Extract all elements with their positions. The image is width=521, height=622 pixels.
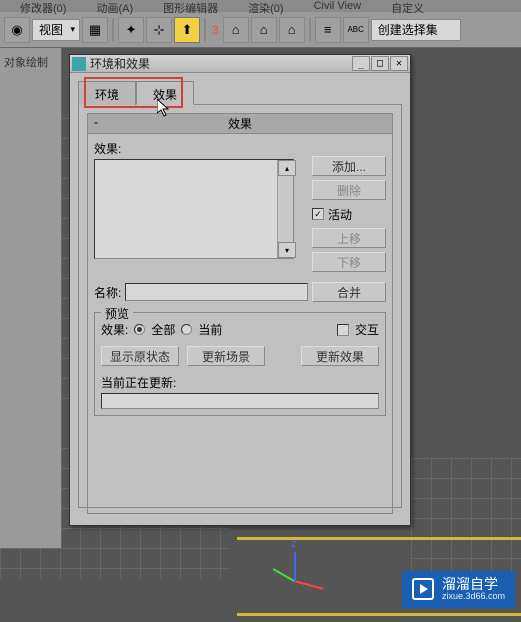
close-button[interactable]: ✕	[390, 56, 408, 71]
toolbar-btn[interactable]: ⊹	[146, 17, 172, 43]
watermark-url: zixue.3d66.com	[442, 592, 505, 602]
move-down-button[interactable]: 下移	[312, 252, 386, 272]
sphere-tool-icon[interactable]: ◉	[4, 17, 30, 43]
name-input[interactable]	[125, 283, 308, 301]
radio-all-label: 全部	[151, 321, 175, 338]
left-panel: 对象绘制	[0, 48, 62, 548]
tab-bar: 环境 效果	[78, 81, 402, 105]
add-button[interactable]: 添加...	[312, 156, 386, 176]
updating-status	[101, 393, 379, 409]
toolbar-btn[interactable]: ▦	[82, 17, 108, 43]
preview-group: 预览 效果: 全部 当前 交互 显示原状态	[94, 312, 386, 416]
play-icon	[412, 578, 434, 600]
toolbar-btn[interactable]: ⌂	[279, 17, 305, 43]
update-scene-button[interactable]: 更新场景	[187, 346, 265, 366]
menu-item[interactable]: 渲染(0)	[248, 0, 283, 12]
move-up-button[interactable]: 上移	[312, 228, 386, 248]
active-label: 活动	[328, 206, 352, 223]
environment-effects-dialog: 环境和效果 _ □ ✕ 环境 效果 效果 效果:	[69, 54, 411, 526]
watermark-title: 溜溜自学	[442, 577, 505, 592]
left-panel-label: 对象绘制	[2, 50, 59, 74]
menu-item[interactable]: Civil View	[314, 0, 361, 12]
update-effect-button[interactable]: 更新效果	[301, 346, 379, 366]
show-original-button[interactable]: 显示原状态	[101, 346, 179, 366]
toolbar-btn-active[interactable]: ⬆	[174, 17, 200, 43]
radio-current-label: 当前	[198, 321, 222, 338]
merge-button[interactable]: 合并	[312, 282, 386, 302]
toolbar-btn[interactable]: ⌂	[251, 17, 277, 43]
axis-gizmo[interactable]	[274, 534, 334, 594]
effects-list-label: 效果:	[94, 140, 304, 157]
toolbar-btn[interactable]: ≡	[315, 17, 341, 43]
delete-button[interactable]: 删除	[312, 180, 386, 200]
radio-all[interactable]	[134, 324, 145, 335]
tab-effects[interactable]: 效果	[136, 81, 194, 105]
top-menu-bar: 修改器(0) 动画(A) 图形编辑器 渲染(0) Civil View 自定义	[0, 0, 521, 12]
dialog-title-bar[interactable]: 环境和效果 _ □ ✕	[70, 55, 410, 73]
minimize-button[interactable]: _	[352, 56, 370, 71]
toolbar-btn[interactable]: ✦	[118, 17, 144, 43]
interactive-label: 交互	[355, 321, 379, 338]
updating-label: 当前正在更新:	[101, 374, 379, 391]
view-dropdown[interactable]: 视图	[32, 19, 80, 41]
main-toolbar: ◉ 视图 ▦ ✦ ⊹ ⬆ 3 ⌂ ⌂ ⌂ ≡ ABC 创建选择集	[0, 12, 521, 48]
maximize-button[interactable]: □	[371, 56, 389, 71]
tab-environment[interactable]: 环境	[78, 81, 136, 105]
rollup-header-effects[interactable]: 效果	[87, 113, 393, 134]
toolbar-btn[interactable]: ABC	[343, 17, 369, 43]
dialog-title: 环境和效果	[90, 55, 352, 72]
active-checkbox[interactable]: ✓	[312, 208, 324, 220]
preview-group-label: 预览	[101, 305, 133, 322]
tab-content: 效果 效果: 添加... 删除 ✓ 活动	[78, 104, 402, 508]
effects-listbox[interactable]	[94, 159, 294, 259]
menu-item[interactable]: 动画(A)	[96, 0, 133, 12]
toolbar-btn[interactable]: ⌂	[223, 17, 249, 43]
name-label: 名称:	[94, 284, 121, 301]
menu-item[interactable]: 自定义	[391, 0, 424, 12]
create-selection-set-dropdown[interactable]: 创建选择集	[371, 19, 461, 41]
app-icon	[72, 57, 86, 71]
menu-item[interactable]: 图形编辑器	[163, 0, 218, 12]
count-indicator: 3	[212, 23, 219, 37]
menu-item[interactable]: 修改器(0)	[20, 0, 66, 12]
scrollbar[interactable]	[277, 160, 293, 258]
interactive-checkbox[interactable]	[337, 324, 349, 336]
watermark: 溜溜自学 zixue.3d66.com	[402, 571, 515, 608]
effect-scope-label: 效果:	[101, 321, 128, 338]
radio-current[interactable]	[181, 324, 192, 335]
